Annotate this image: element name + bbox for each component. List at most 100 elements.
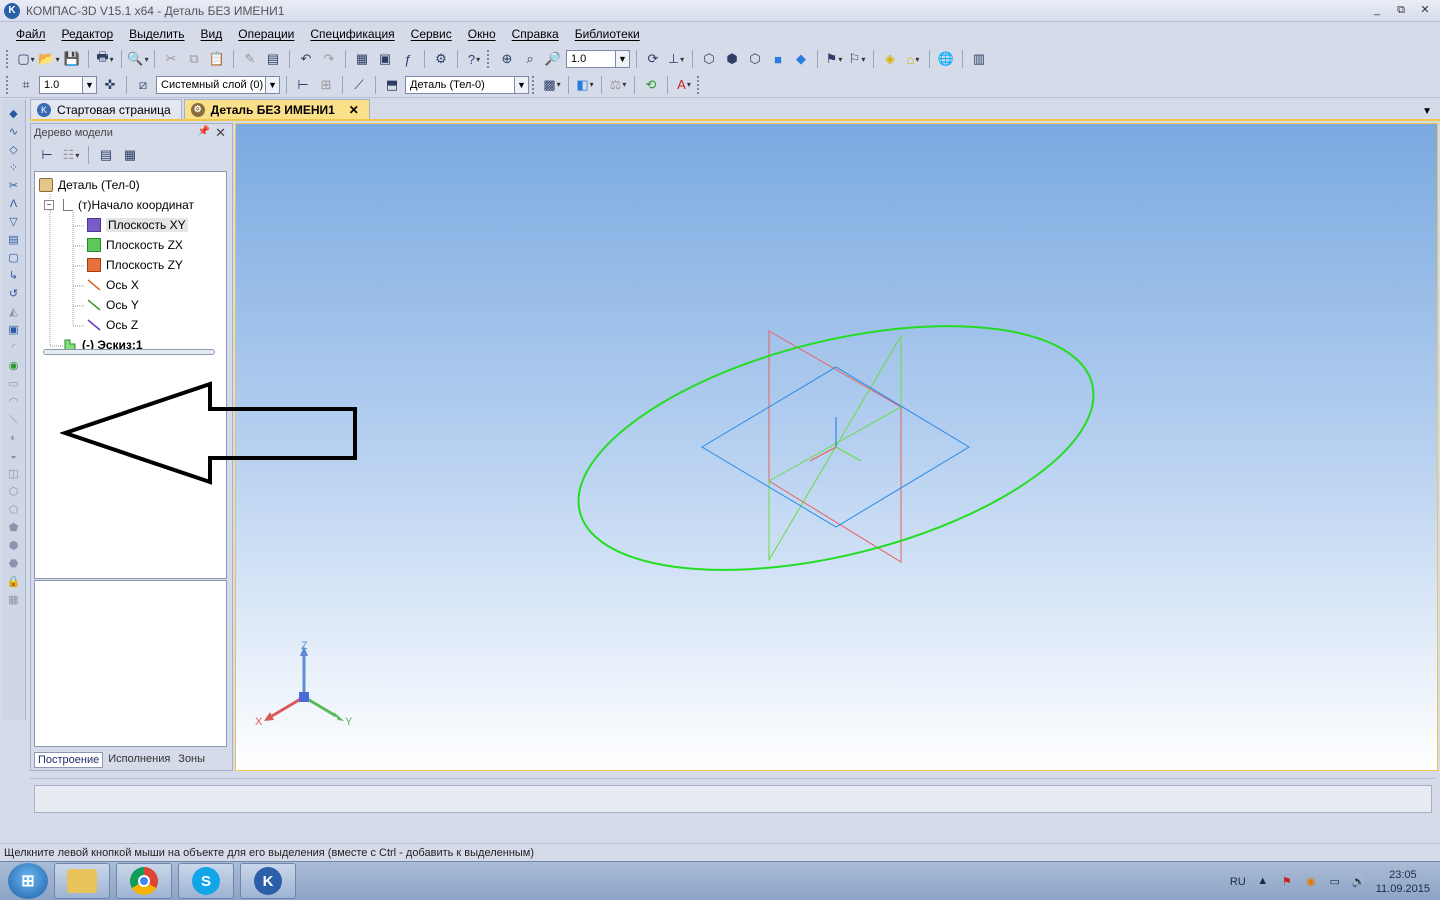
body-icon[interactable]: ⬒ <box>382 75 402 95</box>
menu-service[interactable]: Сервис <box>403 27 460 41</box>
copy-icon[interactable]: ⧉ <box>184 49 204 69</box>
report-icon[interactable]: ▥ <box>969 49 989 69</box>
tree-item-origin[interactable]: − (т)Начало координат <box>44 196 194 214</box>
tree-list-icon[interactable]: ▤ <box>96 145 116 165</box>
variables-icon[interactable]: ƒ <box>398 49 418 69</box>
tab-part-document[interactable]: ⚙ Деталь БЕЗ ИМЕНИ1 ✕ <box>183 99 370 119</box>
copy-properties-icon[interactable]: ✎ <box>240 49 260 69</box>
action-center-icon[interactable]: ⚑ <box>1280 875 1294 889</box>
open-folder-icon[interactable]: 📂 <box>38 49 59 69</box>
start-button[interactable]: ⊞ <box>8 863 48 899</box>
menu-libraries[interactable]: Библиотеки <box>567 27 648 41</box>
shaded-edges-icon[interactable]: ◆ <box>791 49 811 69</box>
menu-editor[interactable]: Редактор <box>54 27 122 41</box>
zoom-combo[interactable]: 1.0 ▼ <box>566 50 630 68</box>
chevron-down-icon[interactable]: ▼ <box>615 51 629 67</box>
layer-combo[interactable]: Системный слой (0) ▼ <box>156 75 280 94</box>
aux-geometry-icon[interactable]: ✂ <box>5 178 23 194</box>
sheet-metal-icon[interactable]: ↺ <box>5 286 23 302</box>
measure-vbar-icon[interactable]: ↳ <box>5 268 23 284</box>
avast-icon[interactable]: ◉ <box>1304 875 1318 889</box>
manager-icon[interactable]: ▦ <box>352 49 372 69</box>
reports-icon[interactable]: ▢ <box>5 250 23 266</box>
libraries-icon[interactable]: ▣ <box>375 49 395 69</box>
hole-icon[interactable]: ◐ <box>5 430 23 446</box>
body-combo[interactable]: Деталь (Тел-0) ▼ <box>405 75 529 94</box>
boolean-icon[interactable]: ◉ <box>5 358 23 374</box>
close-icon[interactable]: ✕ <box>349 103 359 117</box>
tab-zones[interactable]: Зоны <box>175 752 208 768</box>
print-preview-icon[interactable]: 🔍 <box>127 49 148 69</box>
tab-construction[interactable]: Построение <box>34 752 104 768</box>
measure-icon[interactable]: ⌂ <box>903 49 923 69</box>
tree-item-axis-z[interactable]: Ось Z <box>87 316 138 334</box>
surfaces-icon[interactable]: ◇ <box>5 142 23 158</box>
zoom-in-icon[interactable]: 🔎 <box>543 49 563 69</box>
menu-select[interactable]: Выделить <box>121 27 192 41</box>
tab-start-page[interactable]: K Стартовая страница <box>30 99 182 119</box>
rib-icon[interactable]: ◠ <box>5 394 23 410</box>
menu-view[interactable]: Вид <box>193 27 231 41</box>
spatial-curves-icon[interactable]: ∿ <box>5 124 23 140</box>
language-indicator[interactable]: RU <box>1230 876 1246 888</box>
orientation-icon[interactable]: ⊥ <box>666 49 686 69</box>
tree-item-axis-y[interactable]: Ось Y <box>87 296 139 314</box>
menu-window[interactable]: Окно <box>460 27 504 41</box>
properties-set-icon[interactable]: ⚖ <box>608 75 628 95</box>
undo-icon[interactable]: ↶ <box>296 49 316 69</box>
tree-item-plane-zx[interactable]: Плоскость ZX <box>87 236 183 254</box>
dimensions-icon[interactable]: Λ <box>5 196 23 212</box>
new-document-icon[interactable]: ▢ <box>16 49 36 69</box>
zoom-window-icon[interactable]: ⊕ <box>497 49 517 69</box>
layer-icon[interactable]: ⧄ <box>133 75 153 95</box>
grid-snap-icon[interactable]: ⌗ <box>16 75 36 95</box>
properties-icon[interactable]: ▤ <box>263 49 283 69</box>
toolbar-grip[interactable] <box>6 50 9 68</box>
hidden-lines-icon[interactable]: ⬢ <box>722 49 742 69</box>
delete-icon[interactable]: ⬣ <box>5 556 23 572</box>
save-icon[interactable]: 💾 <box>62 49 82 69</box>
shaded-icon[interactable]: ■ <box>768 49 788 69</box>
tree-item-plane-zy[interactable]: Плоскость ZY <box>87 256 183 274</box>
materials-icon[interactable]: ▩ <box>542 75 562 95</box>
toolbar-grip[interactable] <box>6 75 9 94</box>
volume-icon[interactable]: 🔊 <box>1352 875 1366 889</box>
toolbar-grip[interactable] <box>532 75 535 94</box>
menu-operations[interactable]: Операции <box>230 27 302 41</box>
tree-item-plane-xy[interactable]: Плоскость XY <box>87 216 188 234</box>
step-combo[interactable]: 1.0 ▼ <box>39 75 97 94</box>
restore-button[interactable]: ⧉ <box>1392 3 1410 17</box>
scale-icon[interactable]: ⬟ <box>5 520 23 536</box>
close-icon[interactable]: ✕ <box>215 125 226 141</box>
lock-icon[interactable]: 🔒 <box>5 574 23 590</box>
tree-item-axis-x[interactable]: Ось X <box>87 276 139 294</box>
paste-icon[interactable]: 📋 <box>207 49 227 69</box>
help-icon[interactable]: ? <box>464 49 484 69</box>
properties-field[interactable] <box>34 785 1432 813</box>
mirror-icon[interactable]: ◫ <box>5 466 23 482</box>
rebuild-icon[interactable]: ⟲ <box>641 75 661 95</box>
tree-horizontal-scrollbar[interactable] <box>43 349 215 355</box>
color-icon[interactable]: ◧ <box>575 75 595 95</box>
filter-icon[interactable]: ⚑ <box>824 49 844 69</box>
internet-icon[interactable]: 🌐 <box>936 49 956 69</box>
arrays-icon[interactable]: ⁘ <box>5 160 23 176</box>
shell-icon[interactable]: ▭ <box>5 376 23 392</box>
spec-icon[interactable]: ▤ <box>5 232 23 248</box>
toolbar-grip[interactable] <box>487 50 490 68</box>
redo-icon[interactable]: ↷ <box>319 49 339 69</box>
filters-icon[interactable]: ▽ <box>5 214 23 230</box>
move-icon[interactable]: ⬢ <box>5 538 23 554</box>
menu-file[interactable]: Файл <box>8 27 54 41</box>
menu-help[interactable]: Справка <box>504 27 567 41</box>
snap-icon[interactable]: ✜ <box>100 75 120 95</box>
tree-sections-icon[interactable]: ▦ <box>120 145 140 165</box>
clock[interactable]: 23:05 11.09.2015 <box>1376 868 1430 896</box>
tabs-dropdown-icon[interactable]: ▼ <box>1422 106 1432 117</box>
toolbar-grip[interactable] <box>697 75 700 94</box>
select-filter-icon[interactable]: ⚐ <box>847 49 867 69</box>
menu-specification[interactable]: Спецификация <box>302 27 402 41</box>
network-icon[interactable]: ▭ <box>1328 875 1342 889</box>
chevron-down-icon[interactable]: ▼ <box>82 76 96 93</box>
taskbar-skype[interactable]: S <box>178 863 234 899</box>
